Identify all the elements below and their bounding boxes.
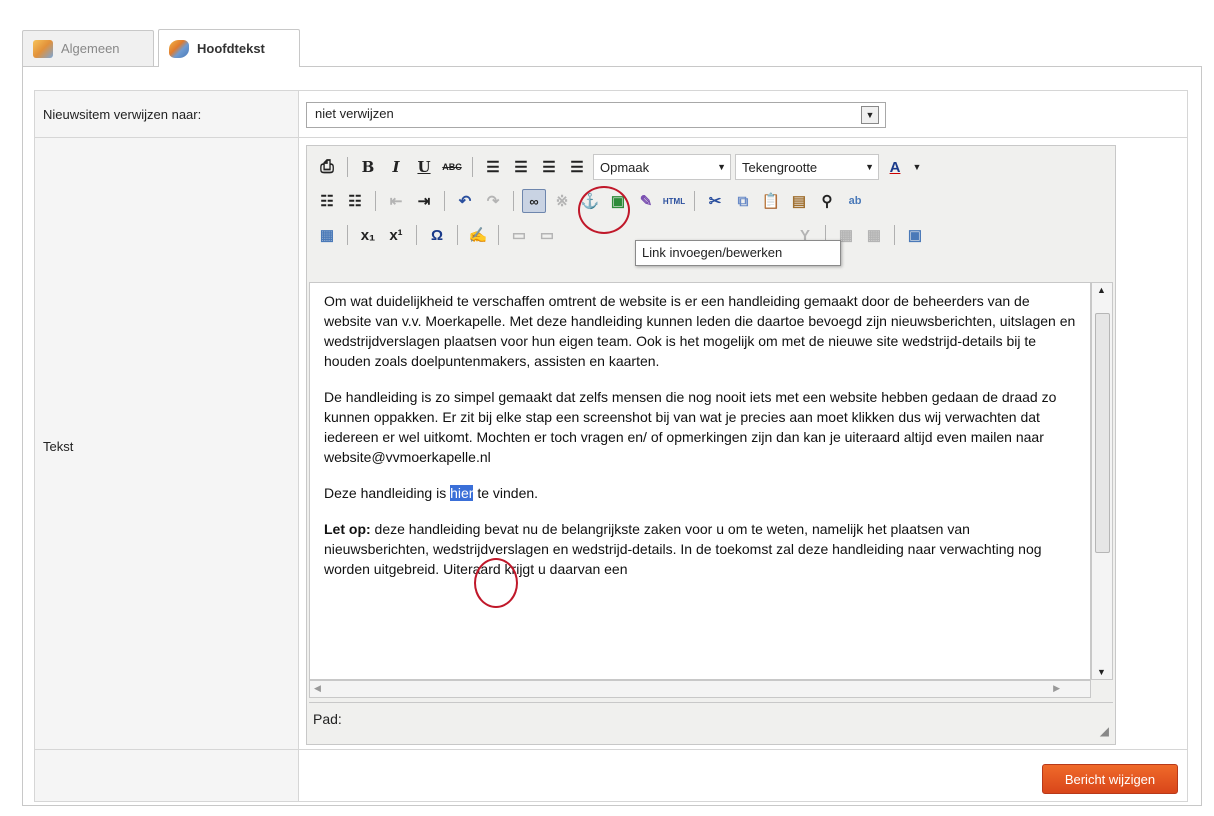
bold-icon[interactable]: B: [356, 155, 380, 179]
cell-icon[interactable]: ▭: [535, 223, 559, 247]
outdent-icon[interactable]: ⇤: [384, 189, 408, 213]
special-char-icon[interactable]: Ω: [425, 223, 449, 247]
text-span: te vinden.: [473, 485, 539, 501]
scrollbar-thumb[interactable]: [1095, 313, 1110, 553]
row-icon[interactable]: ▭: [507, 223, 531, 247]
selected-link-text[interactable]: hier: [450, 485, 474, 501]
redo-icon[interactable]: ↷: [481, 189, 505, 213]
image-icon[interactable]: ▣: [606, 189, 630, 213]
save-message-button[interactable]: Bericht wijzigen: [1042, 764, 1178, 794]
toolbar-separator: [513, 191, 514, 211]
subscript-icon[interactable]: x₁: [356, 223, 380, 247]
rich-text-editor: ⎙ B I U ABC ☰ ☰ ☰ ☰ Opmaak ▼ Tekengroott…: [306, 145, 1116, 745]
paragraph: Let op: deze handleiding bevat nu de bel…: [324, 519, 1076, 579]
redirect-label: Nieuwsitem verwijzen naar:: [43, 107, 202, 122]
fontsize-dropdown[interactable]: Tekengrootte ▼: [735, 154, 879, 180]
paragraph: De handleiding is zo simpel gemaakt dat …: [324, 389, 1057, 465]
row-divider: [35, 749, 1187, 750]
strikethrough-icon[interactable]: ABC: [440, 155, 464, 179]
superscript-icon[interactable]: x¹: [384, 223, 408, 247]
fontsize-dropdown-label: Tekengrootte: [742, 159, 818, 175]
path-label: Pad:: [313, 711, 342, 727]
delete-table-icon[interactable]: ▦: [862, 223, 886, 247]
horizontal-scrollbar[interactable]: ◀ ▶: [309, 680, 1091, 698]
bullet-list-icon[interactable]: ☷: [315, 189, 339, 213]
path-bar: Pad: ◢: [309, 702, 1113, 742]
redirect-select[interactable]: niet verwijzen ▼: [306, 102, 886, 128]
tab-algemeen[interactable]: Algemeen: [22, 30, 154, 66]
table-icon[interactable]: ▦: [315, 223, 339, 247]
toolbar-separator: [347, 157, 348, 177]
undo-icon[interactable]: ↶: [453, 189, 477, 213]
toolbar-separator: [375, 191, 376, 211]
row-divider: [35, 137, 1187, 138]
tab-hoofdtekst-label: Hoofdtekst: [197, 41, 265, 56]
toolbar-separator: [457, 225, 458, 245]
scroll-left-icon[interactable]: ◀: [314, 683, 321, 694]
vertical-scrollbar[interactable]: ▲ ▼: [1091, 282, 1113, 680]
format-dropdown[interactable]: Opmaak ▼: [593, 154, 731, 180]
editor-content[interactable]: Om wat duidelijkheid te verschaffen omtr…: [309, 282, 1091, 680]
paste-icon[interactable]: 📋: [759, 189, 783, 213]
align-left-icon[interactable]: ☰: [481, 155, 505, 179]
general-icon: [33, 39, 53, 58]
anchor-icon[interactable]: ⚓: [578, 189, 602, 213]
align-right-icon[interactable]: ☰: [537, 155, 561, 179]
label-column: [35, 91, 299, 801]
chevron-down-icon: ▼: [865, 162, 874, 172]
paragraph: Om wat duidelijkheid te verschaffen omtr…: [324, 293, 1076, 369]
text-span: Deze handleiding is: [324, 485, 451, 501]
align-center-icon[interactable]: ☰: [509, 155, 533, 179]
text-color-icon[interactable]: A: [883, 155, 907, 179]
find-icon[interactable]: ⚲: [815, 189, 839, 213]
chevron-down-icon[interactable]: ▼: [861, 106, 879, 124]
paragraph: Deze handleiding is hier te vinden.: [324, 483, 1076, 503]
cut-icon[interactable]: ✂: [703, 189, 727, 213]
toolbar-row-1: ⎙ B I U ABC ☰ ☰ ☰ ☰ Opmaak ▼ Tekengroott…: [315, 150, 923, 184]
fullscreen-icon[interactable]: ▣: [903, 223, 927, 247]
toolbar-separator: [416, 225, 417, 245]
align-justify-icon[interactable]: ☰: [565, 155, 589, 179]
underline-icon[interactable]: U: [412, 155, 436, 179]
text-span: deze handleiding bevat nu de belangrijks…: [324, 521, 1042, 577]
format-dropdown-label: Opmaak: [600, 159, 650, 175]
resize-handle-icon[interactable]: ◢: [1100, 724, 1109, 738]
italic-icon[interactable]: I: [384, 155, 408, 179]
toolbar-row-2: ☷ ☷ ⇤ ⇥ ↶ ↷ ∞ ※ ⚓ ▣ ✎ HTML ✂ ⧉ 📋 ▤ ⚲ ab: [315, 184, 867, 218]
indent-icon[interactable]: ⇥: [412, 189, 436, 213]
toolbar-separator: [472, 157, 473, 177]
redirect-select-value: niet verwijzen: [315, 106, 394, 121]
main-text-icon: [169, 39, 189, 58]
toolbar-separator: [347, 225, 348, 245]
tab-algemeen-label: Algemeen: [61, 41, 120, 56]
bold-text: Let op:: [324, 521, 371, 537]
tooltip: Link invoegen/bewerken: [635, 240, 841, 266]
toolbar-separator: [498, 225, 499, 245]
toolbar-separator: [694, 191, 695, 211]
toolbar-separator: [444, 191, 445, 211]
unlink-icon[interactable]: ※: [550, 189, 574, 213]
paste-word-icon[interactable]: ▤: [787, 189, 811, 213]
print-icon[interactable]: ⎙: [315, 155, 339, 179]
scroll-down-icon[interactable]: ▼: [1097, 667, 1106, 677]
scroll-right-icon[interactable]: ▶: [1053, 683, 1060, 694]
chevron-down-icon: ▼: [717, 162, 726, 172]
toolbar-separator: [894, 225, 895, 245]
numbered-list-icon[interactable]: ☷: [343, 189, 367, 213]
copy-icon[interactable]: ⧉: [731, 189, 755, 213]
text-label: Tekst: [43, 439, 74, 454]
edit-icon[interactable]: ✍: [466, 223, 490, 247]
tab-hoofdtekst[interactable]: Hoofdtekst: [158, 29, 300, 67]
link-icon[interactable]: ∞: [522, 189, 546, 213]
chevron-down-icon[interactable]: ▼: [911, 155, 923, 179]
scroll-up-icon[interactable]: ▲: [1097, 285, 1106, 295]
html-icon[interactable]: HTML: [662, 189, 686, 213]
cleanup-icon[interactable]: ✎: [634, 189, 658, 213]
replace-icon[interactable]: ab: [843, 189, 867, 213]
